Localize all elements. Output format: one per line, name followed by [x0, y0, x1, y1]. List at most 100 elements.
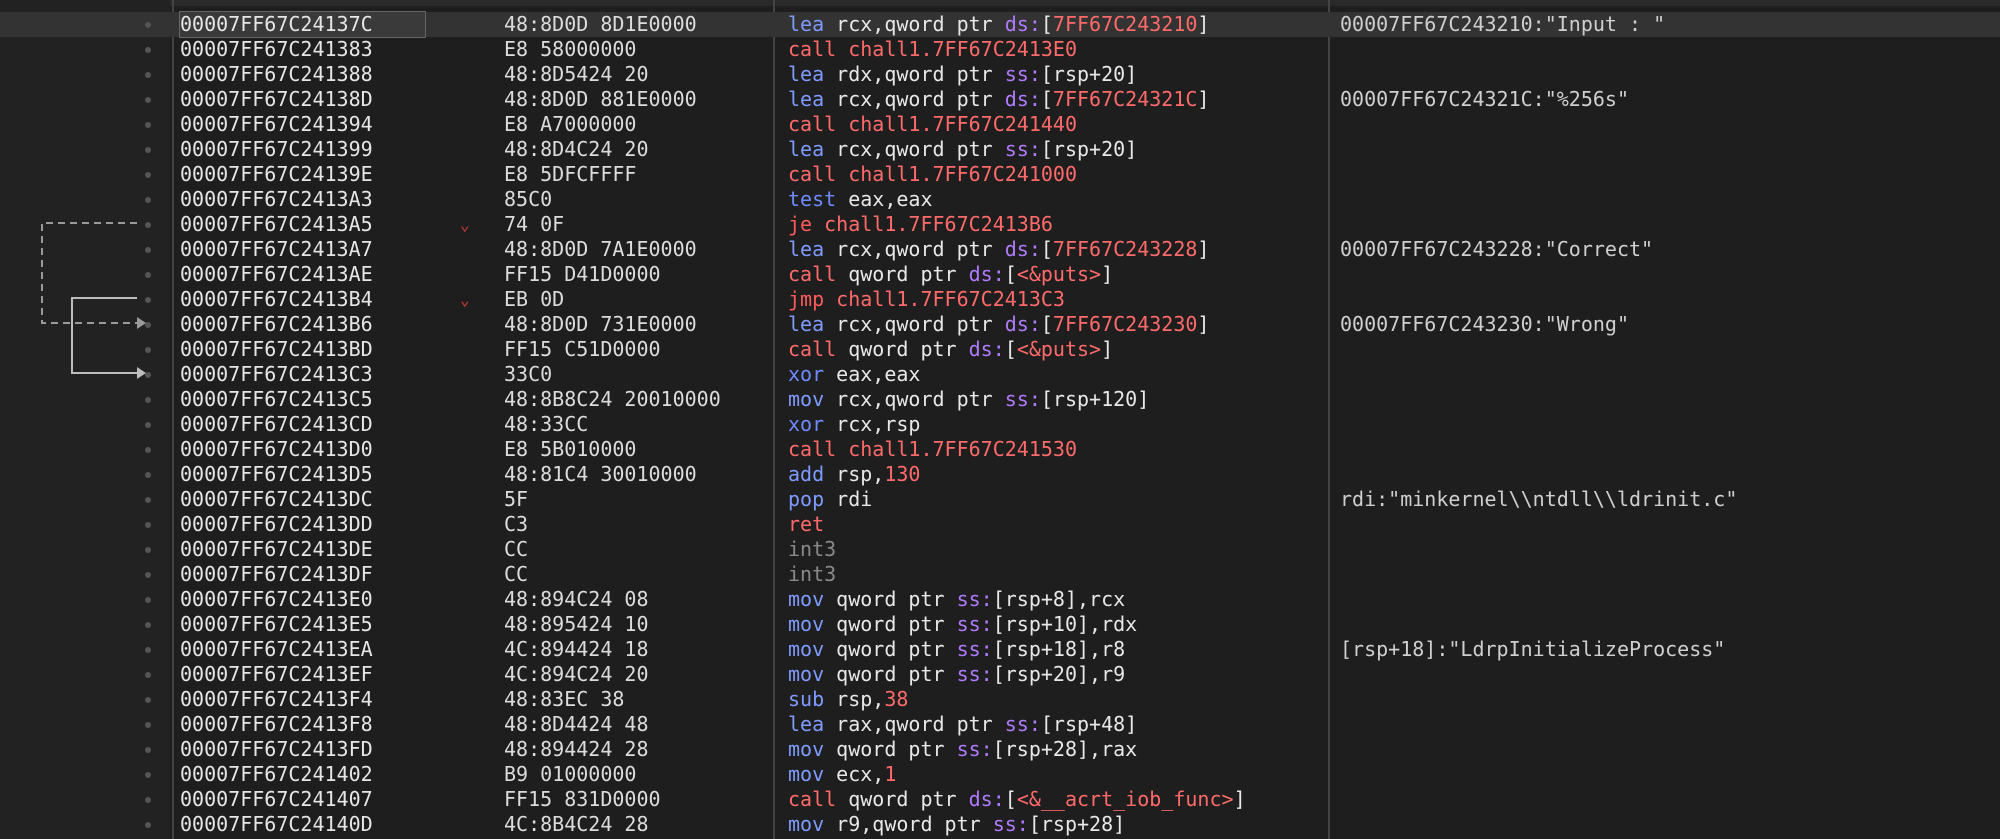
disasm-row[interactable]: 00007FF67C2413E5 48:895424 10 mov qword pt… — [0, 612, 2000, 637]
address-cell[interactable]: 00007FF67C24139E — [180, 162, 425, 187]
instruction-cell[interactable]: call qword ptr ds:[<&puts>] — [788, 262, 1113, 287]
breakpoint-dot-icon[interactable] — [145, 697, 151, 703]
bytes-cell[interactable]: B9 01000000 — [504, 762, 636, 787]
address-cell[interactable]: 00007FF67C2413E0 — [180, 587, 425, 612]
bytes-cell[interactable]: E8 5DFCFFFF — [504, 162, 636, 187]
bytes-cell[interactable]: 48:8D0D 881E0000 — [504, 87, 697, 112]
address-cell[interactable]: 00007FF67C2413DC — [180, 487, 425, 512]
disasm-row[interactable]: 00007FF67C2413B6 48:8D0D 731E0000 lea rcx,… — [0, 312, 2000, 337]
disasm-row[interactable]: 00007FF67C24137C 48:8D0D 8D1E0000 lea rcx,… — [0, 11, 2000, 38]
breakpoint-dot-icon[interactable] — [145, 322, 151, 328]
instruction-cell[interactable]: lea rcx,qword ptr ss:[rsp+20] — [788, 137, 1137, 162]
breakpoint-dot-icon[interactable] — [145, 572, 151, 578]
address-cell[interactable]: 00007FF67C2413B6 — [180, 312, 425, 337]
disasm-row[interactable]: 00007FF67C2413DE CC int3 — [0, 537, 2000, 562]
breakpoint-dot-icon[interactable] — [145, 497, 151, 503]
instruction-cell[interactable]: call chall1.7FF67C2413E0 — [788, 37, 1077, 62]
instruction-cell[interactable]: mov qword ptr ss:[rsp+10],rdx — [788, 612, 1137, 637]
disasm-row[interactable]: 00007FF67C241402 B9 01000000 mov ecx,1 — [0, 762, 2000, 787]
breakpoint-dot-icon[interactable] — [145, 247, 151, 253]
bytes-cell[interactable]: 48:8D5424 20 — [504, 62, 649, 87]
bytes-cell[interactable]: 4C:8B4C24 28 — [504, 812, 649, 837]
disasm-row[interactable]: 00007FF67C2413EF 4C:894C24 20 mov qword pt… — [0, 662, 2000, 687]
bytes-cell[interactable]: 48:894C24 08 — [504, 587, 649, 612]
disasm-row[interactable]: 00007FF67C2413BD FF15 C51D0000 call qword … — [0, 337, 2000, 362]
disasm-row[interactable]: 00007FF67C24140D 4C:8B4C24 28 mov r9,qword… — [0, 812, 2000, 837]
breakpoint-dot-icon[interactable] — [145, 772, 151, 778]
address-cell[interactable]: 00007FF67C2413A5 — [180, 212, 425, 237]
breakpoint-dot-icon[interactable] — [145, 597, 151, 603]
address-cell[interactable]: 00007FF67C2413AE — [180, 262, 425, 287]
breakpoint-dot-icon[interactable] — [145, 397, 151, 403]
disasm-row[interactable]: 00007FF67C241394 E8 A7000000 call chall1.7… — [0, 112, 2000, 137]
breakpoint-dot-icon[interactable] — [145, 822, 151, 828]
instruction-cell[interactable]: call chall1.7FF67C241440 — [788, 112, 1077, 137]
breakpoint-dot-icon[interactable] — [145, 647, 151, 653]
address-cell[interactable]: 00007FF67C2413F8 — [180, 712, 425, 737]
instruction-cell[interactable]: sub rsp,38 — [788, 687, 908, 712]
instruction-cell[interactable]: call qword ptr ds:[<&__acrt_iob_func>] — [788, 787, 1246, 812]
address-cell[interactable]: 00007FF67C24138D — [180, 87, 425, 112]
address-cell[interactable]: 00007FF67C24140D — [180, 812, 425, 837]
bytes-cell[interactable]: 48:8D4C24 20 — [504, 137, 649, 162]
instruction-cell[interactable]: ret — [788, 512, 824, 537]
bytes-cell[interactable]: E8 5B010000 — [504, 437, 636, 462]
disasm-row[interactable]: 00007FF67C2413F4 48:83EC 38 sub rsp,38 — [0, 687, 2000, 712]
comment-cell[interactable]: 00007FF67C243228:"Correct" — [1340, 237, 1653, 262]
breakpoint-dot-icon[interactable] — [145, 797, 151, 803]
address-cell[interactable]: 00007FF67C2413DE — [180, 537, 425, 562]
breakpoint-dot-icon[interactable] — [145, 72, 151, 78]
disasm-row[interactable]: 00007FF67C2413C3 33C0 xor eax,eax — [0, 362, 2000, 387]
comment-cell[interactable]: rdi:"minkernel\\ntdll\\ldrinit.c" — [1340, 487, 1737, 512]
breakpoint-dot-icon[interactable] — [145, 97, 151, 103]
disasm-row[interactable]: 00007FF67C2413F8 48:8D4424 48 lea rax,qwor… — [0, 712, 2000, 737]
address-cell[interactable]: 00007FF67C241394 — [180, 112, 425, 137]
comment-cell[interactable]: 00007FF67C243210:"Input : " — [1340, 12, 1665, 37]
bytes-cell[interactable]: 48:8D0D 8D1E0000 — [504, 12, 697, 37]
breakpoint-dot-icon[interactable] — [145, 472, 151, 478]
breakpoint-dot-icon[interactable] — [145, 447, 151, 453]
instruction-cell[interactable]: lea rax,qword ptr ss:[rsp+48] — [788, 712, 1137, 737]
disasm-row[interactable]: 00007FF67C241407 FF15 831D0000 call qword … — [0, 787, 2000, 812]
breakpoint-dot-icon[interactable] — [145, 672, 151, 678]
disasm-row[interactable]: 00007FF67C241399 48:8D4C24 20 lea rcx,qwor… — [0, 137, 2000, 162]
bytes-cell[interactable]: 33C0 — [504, 362, 552, 387]
disasm-row[interactable]: 00007FF67C2413DD C3 ret — [0, 512, 2000, 537]
bytes-cell[interactable]: 48:33CC — [504, 412, 588, 437]
disasm-row[interactable]: 00007FF67C24138D 48:8D0D 881E0000 lea rcx,… — [0, 87, 2000, 112]
breakpoint-dot-icon[interactable] — [145, 347, 151, 353]
instruction-cell[interactable]: mov qword ptr ss:[rsp+8],rcx — [788, 587, 1125, 612]
address-cell[interactable]: 00007FF67C241388 — [180, 62, 425, 87]
comment-cell[interactable]: 00007FF67C24321C:"%256s" — [1340, 87, 1629, 112]
bytes-cell[interactable]: 48:8D0D 731E0000 — [504, 312, 697, 337]
instruction-cell[interactable]: call qword ptr ds:[<&puts>] — [788, 337, 1113, 362]
disasm-row[interactable]: 00007FF67C2413D5 48:81C4 30010000 add rsp,… — [0, 462, 2000, 487]
breakpoint-dot-icon[interactable] — [145, 722, 151, 728]
disasm-row[interactable]: 00007FF67C24139E E8 5DFCFFFF call chall1.7… — [0, 162, 2000, 187]
address-cell[interactable]: 00007FF67C2413F4 — [180, 687, 425, 712]
instruction-cell[interactable]: mov qword ptr ss:[rsp+20],r9 — [788, 662, 1125, 687]
bytes-cell[interactable]: 48:8D4424 48 — [504, 712, 649, 737]
instruction-cell[interactable]: int3 — [788, 537, 836, 562]
breakpoint-dot-icon[interactable] — [145, 22, 151, 28]
disasm-row[interactable]: 00007FF67C2413AE FF15 D41D0000 call qword … — [0, 262, 2000, 287]
address-cell[interactable]: 00007FF67C2413C3 — [180, 362, 425, 387]
instruction-cell[interactable]: mov r9,qword ptr ss:[rsp+28] — [788, 812, 1125, 837]
instruction-cell[interactable]: lea rcx,qword ptr ds:[7FF67C24321C] — [788, 87, 1209, 112]
bytes-cell[interactable]: FF15 C51D0000 — [504, 337, 661, 362]
address-cell[interactable]: 00007FF67C2413DD — [180, 512, 425, 537]
address-cell[interactable]: 00007FF67C2413EA — [180, 637, 425, 662]
address-cell[interactable]: 00007FF67C2413E5 — [180, 612, 425, 637]
bytes-cell[interactable]: 4C:894424 18 — [504, 637, 649, 662]
breakpoint-dot-icon[interactable] — [145, 372, 151, 378]
address-cell[interactable]: 00007FF67C2413D0 — [180, 437, 425, 462]
bytes-cell[interactable]: 48:81C4 30010000 — [504, 462, 697, 487]
address-cell[interactable]: 00007FF67C2413C5 — [180, 387, 425, 412]
breakpoint-dot-icon[interactable] — [145, 47, 151, 53]
address-cell[interactable]: 00007FF67C2413DF — [180, 562, 425, 587]
bytes-cell[interactable]: 4C:894C24 20 — [504, 662, 649, 687]
bytes-cell[interactable]: E8 A7000000 — [504, 112, 636, 137]
breakpoint-dot-icon[interactable] — [145, 522, 151, 528]
address-cell[interactable]: 00007FF67C241383 — [180, 37, 425, 62]
disasm-row[interactable]: 00007FF67C2413A7 48:8D0D 7A1E0000 lea rcx,… — [0, 237, 2000, 262]
